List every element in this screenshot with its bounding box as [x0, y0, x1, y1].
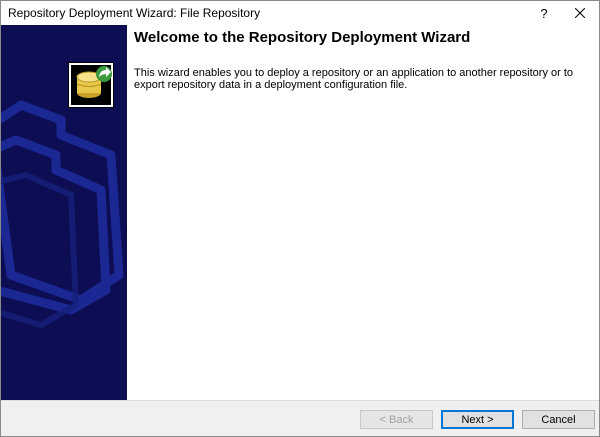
close-button[interactable]: [561, 1, 599, 25]
button-bar: < Back Next > Cancel: [1, 400, 599, 436]
close-icon: [575, 8, 585, 18]
wizard-window: Repository Deployment Wizard: File Repos…: [0, 0, 600, 437]
wizard-sidebar: [1, 25, 127, 400]
back-button[interactable]: < Back: [360, 410, 433, 429]
title-bar[interactable]: Repository Deployment Wizard: File Repos…: [1, 1, 599, 25]
wizard-description: This wizard enables you to deploy a repo…: [134, 67, 574, 91]
cancel-button[interactable]: Cancel: [522, 410, 595, 429]
next-button[interactable]: Next >: [441, 410, 514, 429]
repository-deploy-icon: [68, 62, 118, 108]
window-title: Repository Deployment Wizard: File Repos…: [8, 6, 261, 20]
page-title: Welcome to the Repository Deployment Wiz…: [134, 29, 471, 46]
wizard-content: Welcome to the Repository Deployment Wiz…: [127, 25, 599, 400]
